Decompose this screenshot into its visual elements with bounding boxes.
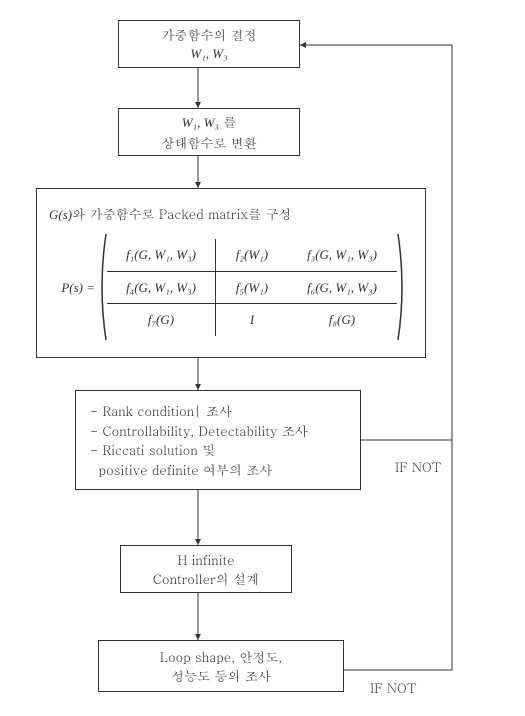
text-line: Controller의 설계 [153, 569, 259, 589]
box-controller-design: H infinite Controller의 설계 [120, 545, 292, 593]
paren-left-icon [97, 232, 107, 342]
matrix-prefix: P(s) = [49, 278, 97, 298]
label-if-not-2: IF NOT [370, 678, 416, 697]
text-span: 와 가중함수로 Packed matrix를 구성 [72, 204, 291, 223]
matrix-body: f₁(G, W₁, W₃) f₂(W₁) f₃(G, W₁, W₃) f₄(G,… [107, 239, 397, 336]
text-line: 성능도 등의 조사 [171, 666, 271, 686]
text-line: W₁, W₃ 를 [182, 112, 237, 133]
matrix-cell: f₃(G, W₁, W₃) [288, 239, 396, 271]
matrix-cell: f₅(W₁) [216, 272, 288, 304]
text-line: H infinite [177, 550, 234, 570]
matrix-cell: I [216, 304, 288, 336]
text-span: W₁, W₃ [182, 115, 219, 130]
matrix-container: P(s) = f₁(G, W₁, W₃) f₂(W₁) f₃(G, W₁, W₃… [49, 232, 413, 342]
box-weight-decision: 가중함수의 결정 W₁, W₃ [118, 20, 300, 68]
text-line: 가중함수의 결정 [161, 25, 256, 45]
box-packed-matrix: G(s)와 가중함수로 Packed matrix를 구성 P(s) = f₁(… [36, 188, 426, 358]
text-line: W₁, W₃ [190, 44, 227, 64]
matrix-cell: f₄(G, W₁, W₃) [107, 272, 215, 304]
matrix-cell: f₆(G, W₁, W₃) [288, 272, 396, 304]
matrix-cell: f₁(G, W₁, W₃) [107, 239, 215, 271]
box-state-convert: W₁, W₃ 를 상태함수로 변환 [118, 108, 300, 156]
text-line: positive definite 여부의 조사 [90, 460, 272, 480]
matrix-cell: f₈(G) [288, 304, 396, 336]
text-line: - Rank condition| 조사 [90, 401, 232, 421]
text-line: - Controllability, Detectability 조사 [90, 421, 308, 441]
matrix-cell: f₇(G) [107, 304, 215, 336]
matrix-cell: f₂(W₁) [216, 239, 288, 271]
box-loopshape: Loop shape, 안정도, 성능도 등의 조사 [98, 640, 344, 692]
text-line: Loop shape, 안정도, [160, 647, 282, 667]
text-span: 를 [219, 112, 236, 131]
label-if-not-1: IF NOT [395, 457, 441, 476]
box3-title: G(s)와 가중함수로 Packed matrix를 구성 [49, 204, 413, 225]
box-checks: - Rank condition| 조사 - Controllability, … [75, 390, 361, 490]
text-span: G(s) [49, 207, 72, 222]
paren-right-icon [397, 232, 407, 342]
text-line: 상태함수로 변환 [161, 133, 256, 153]
text-line: - Riccati solution 및 [90, 440, 215, 460]
